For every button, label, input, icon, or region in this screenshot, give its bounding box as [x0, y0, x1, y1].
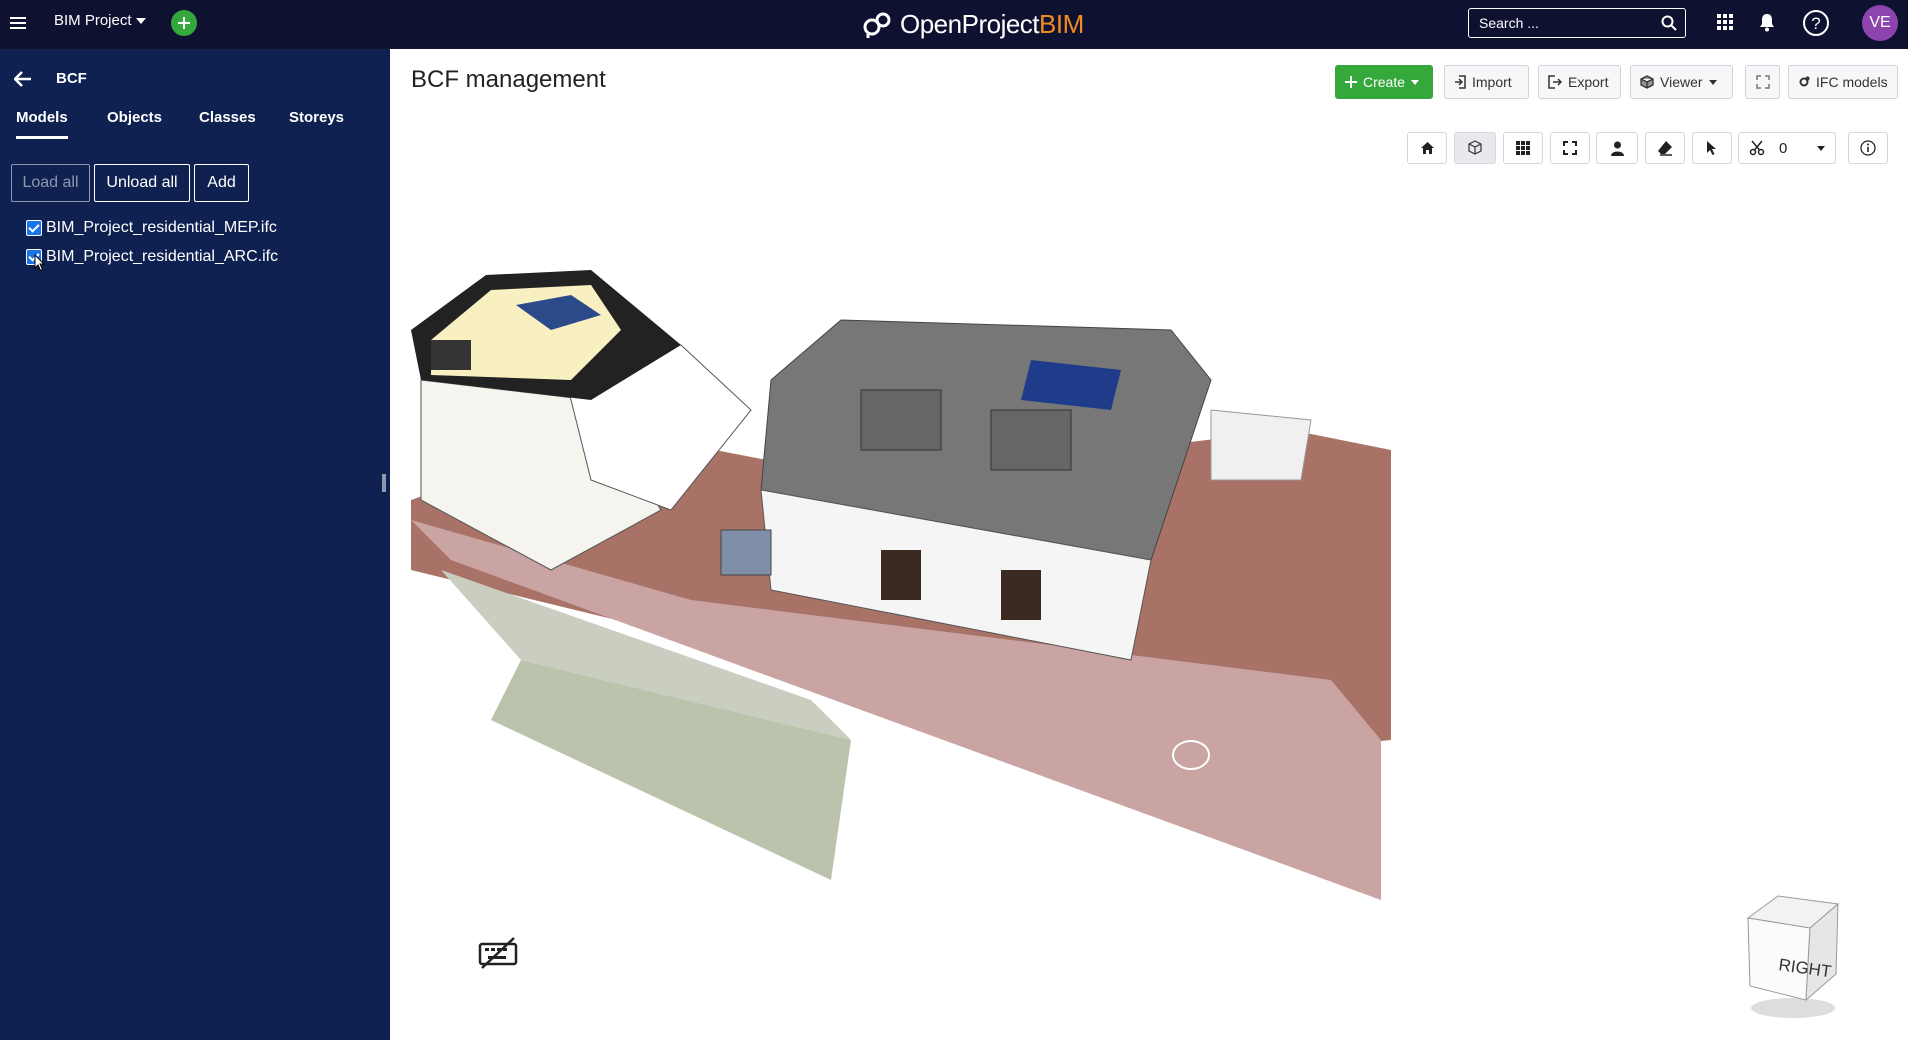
navcube-shadow — [1751, 998, 1835, 1018]
info-icon — [1860, 140, 1876, 156]
modules-grid-icon[interactable] — [1716, 13, 1734, 31]
logo-icon — [863, 12, 891, 38]
ifc-models-button[interactable]: IFC models — [1788, 65, 1898, 99]
tab-models[interactable]: Models — [16, 109, 68, 139]
page-title: BCF management — [411, 66, 606, 93]
import-icon — [1455, 75, 1466, 89]
section-tool-dropdown[interactable]: 0 — [1738, 132, 1836, 164]
section-count: 0 — [1779, 139, 1788, 157]
project-selector[interactable]: BIM Project — [54, 12, 146, 29]
chevron-down-icon — [1817, 145, 1826, 151]
import-button[interactable]: Import — [1444, 65, 1529, 99]
add-model-button[interactable]: Add — [194, 164, 249, 202]
mouse-cursor-icon — [34, 254, 46, 272]
viewer-dropdown[interactable]: Viewer — [1630, 65, 1733, 99]
scissors-icon — [1749, 140, 1765, 156]
ifc-models-label: IFC models — [1816, 74, 1888, 90]
export-button[interactable]: Export — [1538, 65, 1621, 99]
plus-icon — [1345, 76, 1357, 88]
left-dormer — [431, 340, 471, 370]
grid-icon — [1516, 141, 1530, 155]
dormer-2 — [990, 409, 1072, 471]
keyboard-disabled-icon[interactable] — [478, 936, 518, 970]
info-button[interactable] — [1848, 132, 1888, 164]
import-label: Import — [1472, 74, 1512, 90]
cube-outline-icon — [1468, 140, 1482, 155]
model-name: BIM_Project_residential_MEP.ifc — [46, 219, 277, 236]
sidebar-title: BCF — [56, 70, 87, 87]
help-icon[interactable]: ? — [1802, 9, 1830, 37]
model-row[interactable]: BIM_Project_residential_MEP.ifc — [26, 219, 277, 237]
bell-icon[interactable] — [1758, 12, 1776, 32]
dormer-1 — [860, 389, 942, 451]
expand-icon — [1755, 75, 1770, 89]
cube-icon — [1640, 75, 1654, 89]
export-label: Export — [1568, 74, 1609, 90]
model-row[interactable]: BIM_Project_residential_ARC.ifc — [26, 248, 278, 266]
search-input[interactable] — [1469, 9, 1649, 37]
settings-icon — [1799, 76, 1810, 87]
openproject-bim-logo[interactable]: OpenProjectBIM — [862, 6, 1084, 42]
sidebar: BCF Models Objects Classes Storeys Load … — [0, 49, 390, 1040]
person-icon — [1610, 141, 1624, 156]
front-door-2 — [1001, 570, 1041, 620]
first-person-button[interactable] — [1596, 132, 1638, 164]
model-name: BIM_Project_residential_ARC.ifc — [46, 248, 279, 265]
hide-tool-button[interactable] — [1645, 132, 1685, 164]
load-all-button[interactable]: Load all — [11, 164, 90, 202]
ifc-3d-viewer-canvas[interactable] — [391, 180, 1908, 1040]
create-button[interactable]: Create — [1335, 65, 1433, 99]
eraser-icon — [1658, 141, 1672, 156]
export-icon — [1548, 75, 1562, 89]
viewer-label: Viewer — [1660, 74, 1703, 90]
fit-view-button[interactable] — [1550, 132, 1590, 164]
model-checkbox[interactable] — [26, 220, 42, 236]
select-tool-button[interactable] — [1692, 132, 1732, 164]
tab-storeys[interactable]: Storeys — [289, 109, 344, 136]
tab-classes[interactable]: Classes — [199, 109, 256, 136]
ortho-toggle-button[interactable] — [1454, 132, 1496, 164]
pointer-icon — [1707, 141, 1716, 155]
grid-view-button[interactable] — [1503, 132, 1543, 164]
logo-text: OpenProjectBIM — [900, 8, 1084, 39]
svg-text:?: ? — [1811, 14, 1820, 33]
skylight-box — [720, 529, 772, 576]
project-name: BIM Project — [54, 12, 132, 29]
search-box[interactable] — [1468, 8, 1686, 38]
chevron-down-icon — [1411, 79, 1420, 85]
chevron-down-icon — [1708, 79, 1717, 85]
unload-all-button[interactable]: Unload all — [94, 164, 190, 202]
front-door — [881, 550, 921, 600]
fit-icon — [1563, 141, 1577, 155]
sidebar-resize-handle[interactable] — [382, 474, 386, 492]
top-header: BIM Project OpenProjectBIM ? VE — [0, 0, 1908, 49]
chevron-down-icon — [135, 18, 146, 25]
home-icon — [1420, 142, 1434, 154]
fullscreen-button[interactable] — [1745, 65, 1780, 99]
home-view-button[interactable] — [1407, 132, 1447, 164]
create-label: Create — [1363, 74, 1406, 90]
back-arrow-icon[interactable] — [14, 71, 32, 87]
navigation-cube[interactable]: RIGHT — [1738, 890, 1848, 1025]
add-plus-icon[interactable] — [171, 10, 197, 36]
user-avatar[interactable]: VE — [1862, 5, 1898, 41]
side-balcony — [1210, 409, 1312, 481]
tab-objects[interactable]: Objects — [107, 109, 162, 136]
hamburger-icon[interactable] — [10, 14, 26, 29]
search-icon[interactable] — [1661, 15, 1677, 31]
